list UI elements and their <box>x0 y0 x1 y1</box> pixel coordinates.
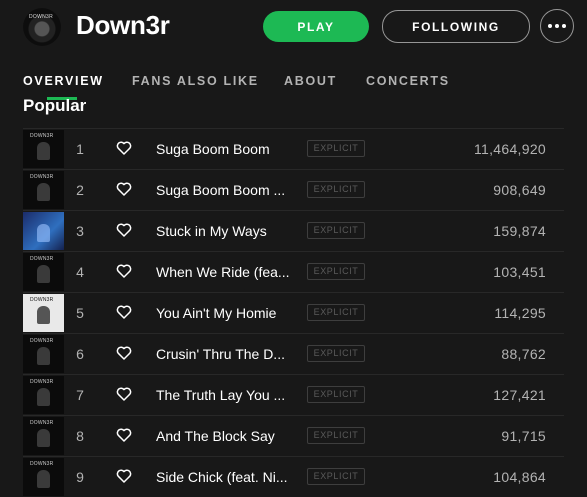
track-row[interactable]: DOWN3R 9 Side Chick (feat. Ni... EXPLICIT 10… <box>23 456 564 497</box>
track-art: DOWN3R <box>23 417 64 455</box>
track-art: DOWN3R <box>23 458 64 496</box>
explicit-badge: EXPLICIT <box>307 222 365 239</box>
heart-icon[interactable] <box>116 181 132 197</box>
more-horizontal-icon <box>548 24 552 28</box>
track-art: DOWN3R <box>23 171 64 209</box>
explicit-badge: EXPLICIT <box>307 427 365 444</box>
track-title[interactable]: You Ain't My Homie <box>156 305 296 321</box>
tab-overview[interactable]: OVERVIEW <box>23 74 104 88</box>
track-title[interactable]: When We Ride (fea... <box>156 264 296 280</box>
explicit-badge: EXPLICIT <box>307 345 365 362</box>
track-title[interactable]: Suga Boom Boom <box>156 141 296 157</box>
following-button[interactable]: FOLLOWING <box>382 10 530 43</box>
tab-fans-also-like[interactable]: FANS ALSO LIKE <box>132 74 259 88</box>
track-art-figure <box>37 183 50 201</box>
heart-icon[interactable] <box>116 468 132 484</box>
track-row[interactable]: 3 Stuck in My Ways EXPLICIT 159,874 <box>23 210 564 251</box>
track-row[interactable]: DOWN3R 4 When We Ride (fea... EXPLICIT 103,4… <box>23 251 564 292</box>
track-art: DOWN3R <box>23 376 64 414</box>
avatar-tag: DOWN3R <box>29 14 54 20</box>
heart-icon[interactable] <box>116 140 132 156</box>
track-number: 9 <box>76 469 84 485</box>
track-art-caption: DOWN3R <box>30 338 54 344</box>
track-art <box>23 212 64 250</box>
track-art-caption: DOWN3R <box>30 133 54 139</box>
explicit-badge: EXPLICIT <box>307 181 365 198</box>
track-row[interactable]: DOWN3R 8 And The Block Say EXPLICIT 91,715 <box>23 415 564 456</box>
track-row[interactable]: DOWN3R 2 Suga Boom Boom ... EXPLICIT 908,649 <box>23 169 564 210</box>
heart-icon[interactable] <box>116 427 132 443</box>
track-title[interactable]: Crusin' Thru The D... <box>156 346 296 362</box>
track-art-figure <box>37 388 50 406</box>
track-title[interactable]: Suga Boom Boom ... <box>156 182 296 198</box>
play-count: 908,649 <box>493 182 546 198</box>
play-count: 127,421 <box>493 387 546 403</box>
track-art-caption: DOWN3R <box>30 420 54 426</box>
track-number: 3 <box>76 223 84 239</box>
track-list: DOWN3R 1 Suga Boom Boom EXPLICIT 11,464,920 D… <box>23 128 564 497</box>
section-title: Popular <box>23 96 87 115</box>
play-count: 91,715 <box>501 428 546 444</box>
tab-about[interactable]: ABOUT <box>284 74 337 88</box>
track-art-caption: DOWN3R <box>30 461 54 467</box>
track-art-figure <box>37 265 50 283</box>
track-row[interactable]: DOWN3R 1 Suga Boom Boom EXPLICIT 11,464,920 <box>23 128 564 169</box>
track-art: DOWN3R <box>23 294 64 332</box>
track-title[interactable]: And The Block Say <box>156 428 296 444</box>
play-count: 88,762 <box>501 346 546 362</box>
play-button[interactable]: PLAY <box>263 11 369 42</box>
heart-icon[interactable] <box>116 386 132 402</box>
track-art-figure <box>37 429 50 447</box>
play-count: 11,464,920 <box>473 141 546 157</box>
heart-icon[interactable] <box>116 304 132 320</box>
track-title[interactable]: Side Chick (feat. Ni... <box>156 469 296 485</box>
track-art-caption: DOWN3R <box>30 174 54 180</box>
track-art-figure <box>37 142 50 160</box>
explicit-badge: EXPLICIT <box>307 263 365 280</box>
track-art: DOWN3R <box>23 130 64 168</box>
track-number: 2 <box>76 182 84 198</box>
track-art-figure <box>37 306 50 324</box>
explicit-badge: EXPLICIT <box>307 140 365 157</box>
track-number: 7 <box>76 387 84 403</box>
explicit-badge: EXPLICIT <box>307 468 365 485</box>
play-count: 103,451 <box>493 264 546 280</box>
track-art: DOWN3R <box>23 253 64 291</box>
explicit-badge: EXPLICIT <box>307 386 365 403</box>
track-art-caption: DOWN3R <box>30 379 54 385</box>
track-title[interactable]: The Truth Lay You ... <box>156 387 296 403</box>
heart-icon[interactable] <box>116 345 132 361</box>
artist-tabs: OVERVIEW FANS ALSO LIKE ABOUT CONCERTS <box>0 52 587 100</box>
artist-name: Down3r <box>76 10 170 40</box>
track-art: DOWN3R <box>23 335 64 373</box>
artist-header: DOWN3R Down3r PLAY FOLLOWING <box>0 0 587 52</box>
more-options-button[interactable] <box>540 9 574 43</box>
track-art-caption: DOWN3R <box>30 256 54 262</box>
track-row[interactable]: DOWN3R 7 The Truth Lay You ... EXPLICIT 127,… <box>23 374 564 415</box>
track-number: 4 <box>76 264 84 280</box>
track-art-figure <box>37 224 50 242</box>
track-art-caption: DOWN3R <box>30 297 54 303</box>
track-number: 8 <box>76 428 84 444</box>
track-row[interactable]: DOWN3R 6 Crusin' Thru The D... EXPLICIT 88,7… <box>23 333 564 374</box>
track-row[interactable]: DOWN3R 5 You Ain't My Homie EXPLICIT 114,295 <box>23 292 564 333</box>
heart-icon[interactable] <box>116 263 132 279</box>
track-number: 5 <box>76 305 84 321</box>
track-number: 6 <box>76 346 84 362</box>
tab-concerts[interactable]: CONCERTS <box>366 74 450 88</box>
play-count: 159,874 <box>493 223 546 239</box>
track-title[interactable]: Stuck in My Ways <box>156 223 296 239</box>
play-count: 114,295 <box>494 305 546 321</box>
play-count: 104,864 <box>493 469 546 485</box>
track-art-figure <box>37 470 50 488</box>
explicit-badge: EXPLICIT <box>307 304 365 321</box>
track-art-figure <box>37 347 50 365</box>
track-number: 1 <box>76 141 84 157</box>
heart-icon[interactable] <box>116 222 132 238</box>
artist-avatar: DOWN3R <box>23 8 61 46</box>
